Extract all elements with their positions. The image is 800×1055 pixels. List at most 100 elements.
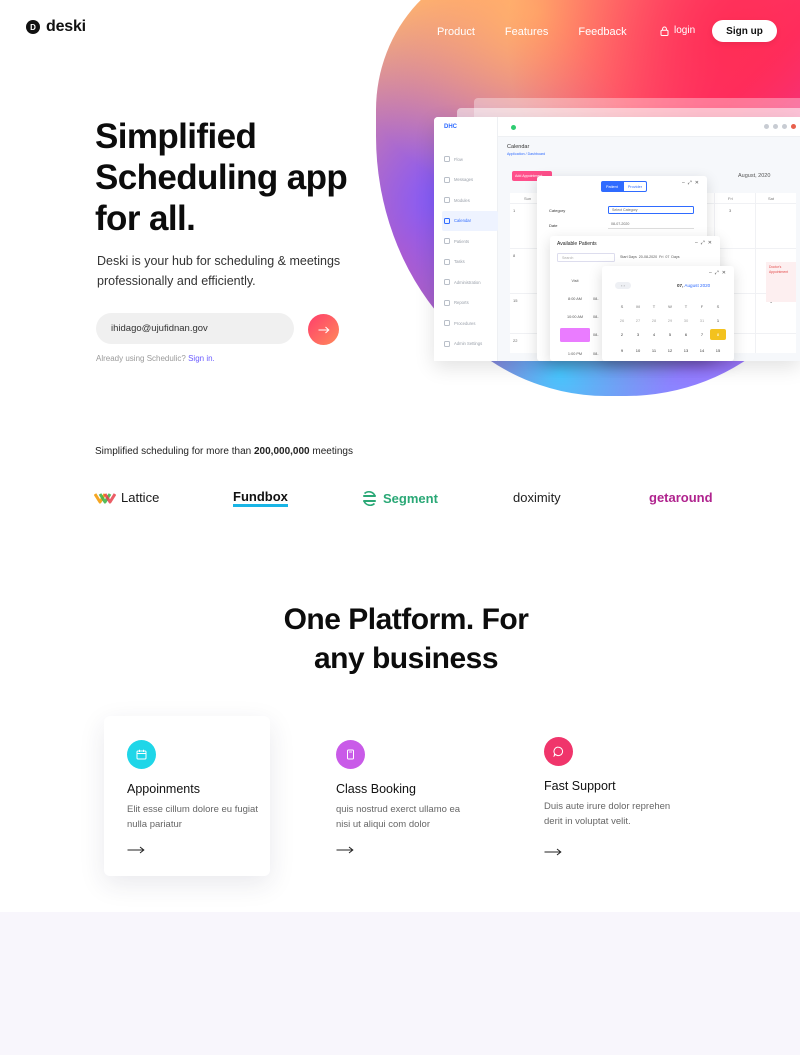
bell-icon — [782, 124, 787, 129]
time-slot: 1:00 PM — [567, 352, 583, 356]
card-title: Appoinments — [127, 782, 200, 796]
nav-item-icon — [444, 320, 450, 327]
calendar-icon — [444, 217, 450, 224]
mockup-sidebar: DHC Flow Messages Modules Calendar Patie… — [434, 117, 498, 361]
mockup-month: August, 2020 — [738, 173, 771, 179]
login-label: login — [674, 25, 696, 36]
calendar-icon — [127, 740, 156, 769]
submit-email-button[interactable] — [308, 314, 339, 345]
nav-item-icon — [444, 340, 450, 347]
time-slot: 10:00 AM — [566, 315, 584, 319]
segment-icon — [363, 491, 376, 506]
time-slot: 8:00 AM — [568, 297, 582, 301]
window-controls: –⤢✕ — [695, 240, 715, 246]
login-link[interactable]: login — [660, 25, 695, 36]
lattice-icon — [94, 492, 116, 503]
day-number: 1 — [513, 208, 516, 213]
visit-tab: Visit — [571, 279, 579, 283]
window-controls: –⤢✕ — [709, 270, 729, 276]
date-picker-panel: –⤢✕ ‹ › 07, August 2020 SMTWTFS 26 27 28 29… — [602, 266, 734, 361]
hero-description: Deski is your hub for scheduling & meeti… — [97, 254, 341, 288]
weekday-label: Sat — [768, 196, 775, 201]
nav-link-product[interactable]: Product — [437, 26, 475, 38]
arrow-right-icon[interactable] — [127, 846, 145, 854]
nav-item-icon — [444, 279, 450, 286]
brand-name: deski — [46, 18, 86, 35]
doximity-logo: doximity — [513, 490, 561, 505]
book-icon — [336, 740, 365, 769]
chat-bubble-icon — [544, 737, 573, 766]
feature-card-fast-support[interactable]: Fast Support Duis aute irure dolor repre… — [521, 713, 687, 873]
mockup-brand: DHC — [444, 124, 457, 130]
card-description: Elit esse cillum dolore eu fugiat nulla … — [127, 804, 258, 830]
mockup-nav-item: Procedures — [442, 313, 498, 334]
brand-logo-icon: D — [26, 20, 40, 34]
arrow-right-icon — [318, 326, 330, 333]
picker-date: 07, August 2020 — [677, 283, 711, 288]
selected-day: 8 — [710, 329, 726, 340]
avatar — [791, 124, 796, 129]
mockup-nav-item-active: Calendar — [442, 210, 498, 231]
signin-link[interactable]: Sign in. — [188, 354, 215, 363]
nav-item-icon — [444, 258, 450, 265]
customer-logos: Lattice Fundbox Segment doximity getarou… — [0, 490, 800, 514]
signin-prompt-text: Already using Schedulic? — [96, 354, 186, 363]
date-label: Date — [549, 223, 558, 228]
card-description: Duis aute irure dolor reprehen derit in … — [544, 801, 671, 827]
card-title: Fast Support — [544, 779, 616, 793]
feature-card-class-booking[interactable]: Class Booking quis nostrud exerct ullamo… — [313, 716, 479, 876]
segment-logo: Segment — [361, 490, 438, 507]
patients-date-strip: Start Days 20-08-2020 Fri 07 Days — [620, 255, 680, 259]
mockup-breadcrumb: Application / Dashboard — [507, 152, 546, 156]
mockup-nav-item: Modules — [442, 190, 498, 211]
mockup-nav-item: Reports — [442, 293, 498, 314]
footer-band — [0, 912, 800, 1055]
nav-item-icon — [444, 176, 450, 183]
category-select: Select Category — [608, 206, 694, 214]
mockup-nav-item: Administration — [442, 272, 498, 293]
nav-item-icon — [444, 156, 450, 163]
mockup-nav-item: Admin Settings — [442, 334, 498, 355]
date-field: 08-07-2020 — [608, 221, 694, 229]
day-number: 22 — [513, 338, 518, 343]
picker-grid: SMTWTFS 26 27 28 29 30 31 1 2345678 9 10 11 12 13 1… — [614, 303, 726, 354]
mockup-nav-item: Messages — [442, 170, 498, 191]
nav-item-icon — [444, 197, 450, 204]
main-nav: Product Features Feedback — [437, 26, 627, 38]
nav-item-icon — [444, 299, 450, 306]
appointment-block: Doctor's Appointment — [766, 262, 796, 302]
mockup-nav-item: Patients — [442, 231, 498, 252]
brand-logo[interactable]: D deski — [26, 18, 86, 36]
arrow-right-icon[interactable] — [336, 846, 354, 854]
meeting-count: 200,000,000 — [253, 446, 310, 457]
window-controls: –⤢✕ — [682, 180, 702, 186]
arrow-right-icon[interactable] — [544, 848, 562, 856]
signin-prompt: Already using Schedulic? Sign in. — [96, 354, 215, 363]
time-slot-selected — [560, 328, 590, 342]
nav-link-feedback[interactable]: Feedback — [578, 26, 626, 38]
card-description: quis nostrud exerct ullamo ea nisi ut al… — [336, 804, 461, 830]
email-input[interactable] — [96, 313, 294, 344]
mail-icon — [773, 124, 778, 129]
month-nav-arrows: ‹ › — [615, 282, 631, 289]
card-title: Class Booking — [336, 782, 416, 796]
weekday-label: Sun — [524, 196, 532, 201]
feature-card-appointments[interactable]: Appoinments Elit esse cillum dolore eu f… — [104, 716, 270, 876]
search-icon — [764, 124, 769, 129]
day-number: 15 — [513, 298, 518, 303]
nav-link-features[interactable]: Features — [505, 26, 548, 38]
hero-title: Simplified Scheduling app for all. — [95, 117, 348, 238]
section-title: One Platform. For any business — [283, 603, 529, 675]
signup-button[interactable]: Sign up — [712, 20, 777, 42]
tab-patient: Patient — [601, 181, 623, 192]
mockup-topbar — [498, 117, 800, 137]
lock-icon — [660, 26, 669, 36]
day-number: 3 — [729, 208, 732, 213]
getaround-logo: getaround — [649, 490, 713, 505]
nav-item-icon — [444, 238, 450, 245]
patients-title: Available Patients — [557, 241, 597, 247]
weekday-label: Fri — [728, 196, 733, 201]
top-header: D deski Product Features Feedback login … — [0, 0, 800, 62]
mockup-nav-item: Tasks — [442, 252, 498, 273]
day-number: 8 — [513, 253, 516, 258]
